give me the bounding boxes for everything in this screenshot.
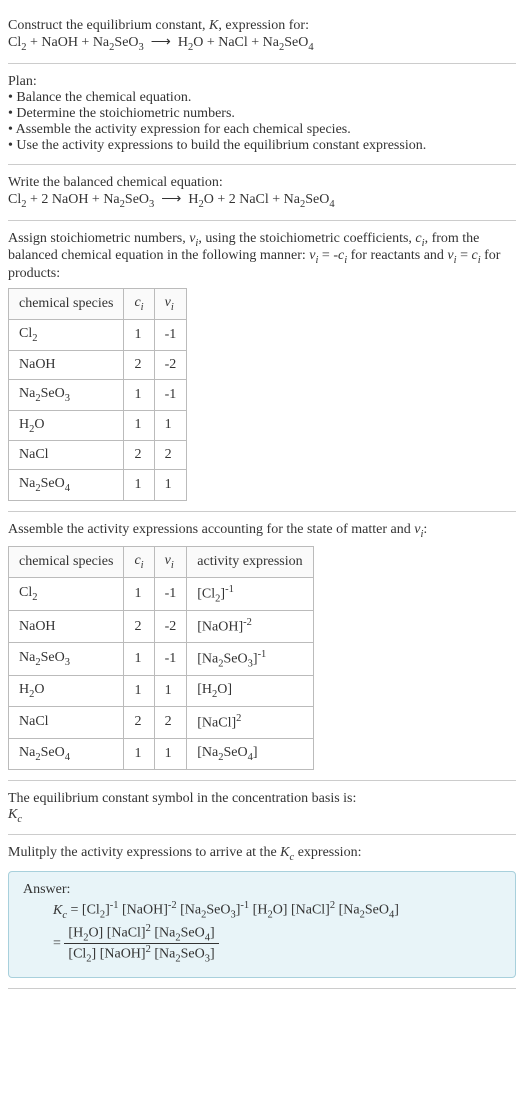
cell-species: Na2SeO3 <box>9 642 124 675</box>
balanced-equation: Cl2 + 2 NaOH + Na2SeO3 ⟶ H2O + 2 NaCl + … <box>8 191 516 210</box>
symbol-line1: The equilibrium constant symbol in the c… <box>8 791 516 807</box>
multiply-intro: Mulitply the activity expressions to arr… <box>8 845 516 863</box>
cell-v: -1 <box>154 379 187 410</box>
table-row: Na2SeO31-1[Na2SeO3]-1 <box>9 642 314 675</box>
balanced-line1: Write the balanced chemical equation: <box>8 175 516 191</box>
table-row: NaCl22 <box>9 441 187 470</box>
cell-c: 2 <box>124 611 154 643</box>
plan-bullet-3: • Assemble the activity expression for e… <box>8 122 516 138</box>
activity-intro: Assemble the activity expressions accoun… <box>8 522 516 540</box>
cell-c: 2 <box>124 441 154 470</box>
cell-c: 2 <box>124 707 154 739</box>
cell-species: H2O <box>9 676 124 707</box>
plan-bullet-2: • Determine the stoichiometric numbers. <box>8 106 516 122</box>
stoich-header-species: chemical species <box>9 289 124 320</box>
cell-c: 1 <box>124 470 154 501</box>
cell-species: Na2SeO3 <box>9 379 124 410</box>
table-row: H2O11[H2O] <box>9 676 314 707</box>
symbol-kc: Kc <box>8 807 516 825</box>
construct-equation: Cl2 + NaOH + Na2SeO3 ⟶ H2O + NaCl + Na2S… <box>8 34 516 53</box>
cell-expr: [Na2SeO3]-1 <box>187 642 313 675</box>
section-balanced: Write the balanced chemical equation: Cl… <box>8 165 516 221</box>
cell-c: 1 <box>124 379 154 410</box>
cell-v: -1 <box>154 642 187 675</box>
cell-species: Cl2 <box>9 577 124 610</box>
construct-line1: Construct the equilibrium constant, K, e… <box>8 18 516 34</box>
cell-v: 1 <box>154 738 187 769</box>
table-row: Na2SeO31-1 <box>9 379 187 410</box>
activity-table: chemical species ci νi activity expressi… <box>8 546 314 770</box>
cell-species: NaOH <box>9 611 124 643</box>
cell-expr: [Na2SeO4] <box>187 738 313 769</box>
cell-c: 1 <box>124 676 154 707</box>
table-row: NaOH2-2[NaOH]-2 <box>9 611 314 643</box>
table-row: Cl21-1[Cl2]-1 <box>9 577 314 610</box>
cell-v: 1 <box>154 410 187 441</box>
section-symbol: The equilibrium constant symbol in the c… <box>8 781 516 836</box>
activity-header-v: νi <box>154 546 187 577</box>
plan-bullet-1: • Balance the chemical equation. <box>8 90 516 106</box>
cell-species: NaCl <box>9 707 124 739</box>
answer-eq1: Kc = [Cl2]-1 [NaOH]-2 [Na2SeO3]-1 [H2O] … <box>53 900 501 920</box>
table-row: Cl21-1 <box>9 319 187 350</box>
cell-species: Na2SeO4 <box>9 470 124 501</box>
cell-v: 2 <box>154 707 187 739</box>
cell-v: -2 <box>154 611 187 643</box>
section-construct: Construct the equilibrium constant, K, e… <box>8 8 516 64</box>
cell-c: 2 <box>124 350 154 379</box>
cell-species: NaOH <box>9 350 124 379</box>
cell-expr: [NaCl]2 <box>187 707 313 739</box>
cell-expr: [H2O] <box>187 676 313 707</box>
cell-species: NaCl <box>9 441 124 470</box>
answer-eq2-num: [H2O] [NaCl]2 [Na2SeO4] <box>64 923 218 944</box>
cell-v: 1 <box>154 470 187 501</box>
table-row: Na2SeO411 <box>9 470 187 501</box>
activity-header-expr: activity expression <box>187 546 313 577</box>
stoich-table: chemical species ci νi Cl21-1 NaOH2-2 Na… <box>8 288 187 501</box>
stoich-header-c: ci <box>124 289 154 320</box>
cell-v: 2 <box>154 441 187 470</box>
stoich-header-v: νi <box>154 289 187 320</box>
plan-bullet-4: • Use the activity expressions to build … <box>8 138 516 154</box>
answer-eq2-den: [Cl2] [NaOH]2 [Na2SeO3] <box>64 944 218 964</box>
cell-c: 1 <box>124 642 154 675</box>
answer-eq2: = [H2O] [NaCl]2 [Na2SeO4] [Cl2] [NaOH]2 … <box>53 923 501 965</box>
section-stoich: Assign stoichiometric numbers, νi, using… <box>8 221 516 513</box>
activity-header-species: chemical species <box>9 546 124 577</box>
answer-label: Answer: <box>23 882 501 898</box>
cell-v: -2 <box>154 350 187 379</box>
cell-c: 1 <box>124 410 154 441</box>
cell-c: 1 <box>124 577 154 610</box>
answer-box: Answer: Kc = [Cl2]-1 [NaOH]-2 [Na2SeO3]-… <box>8 871 516 977</box>
table-row: NaOH2-2 <box>9 350 187 379</box>
table-row: H2O11 <box>9 410 187 441</box>
cell-v: -1 <box>154 577 187 610</box>
cell-species: Na2SeO4 <box>9 738 124 769</box>
activity-header-c: ci <box>124 546 154 577</box>
cell-expr: [NaOH]-2 <box>187 611 313 643</box>
cell-expr: [Cl2]-1 <box>187 577 313 610</box>
table-row: NaCl22[NaCl]2 <box>9 707 314 739</box>
section-multiply: Mulitply the activity expressions to arr… <box>8 835 516 988</box>
table-row: Na2SeO411[Na2SeO4] <box>9 738 314 769</box>
cell-c: 1 <box>124 319 154 350</box>
section-plan: Plan: • Balance the chemical equation. •… <box>8 64 516 165</box>
cell-species: H2O <box>9 410 124 441</box>
cell-v: 1 <box>154 676 187 707</box>
plan-title: Plan: <box>8 74 516 90</box>
cell-v: -1 <box>154 319 187 350</box>
stoich-intro: Assign stoichiometric numbers, νi, using… <box>8 231 516 283</box>
cell-species: Cl2 <box>9 319 124 350</box>
section-activity: Assemble the activity expressions accoun… <box>8 512 516 780</box>
cell-c: 1 <box>124 738 154 769</box>
